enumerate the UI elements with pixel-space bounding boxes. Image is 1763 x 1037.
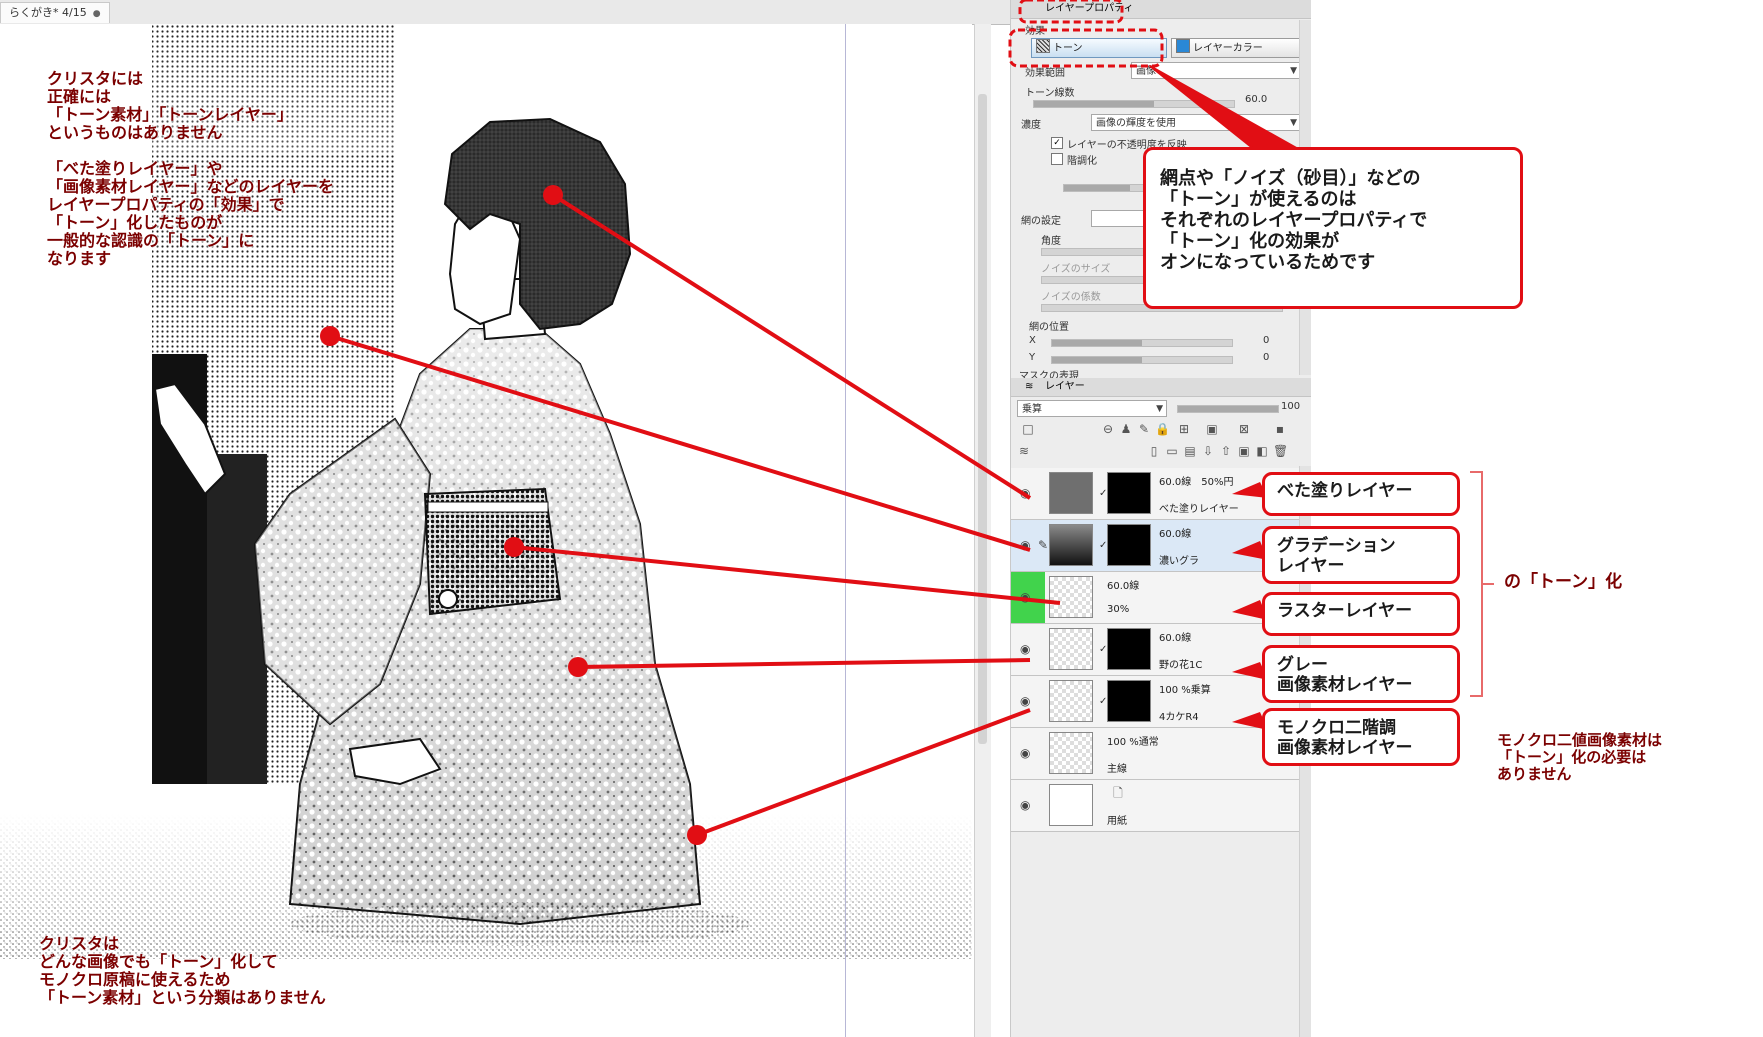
- annotation-tone-ization: の「トーン」化: [1504, 572, 1623, 592]
- bracket: [1470, 471, 1494, 697]
- annotation-top-left: クリスタには 正確には 「トーン素材」「トーンレイヤー」 というものはありません…: [47, 69, 335, 268]
- main-callout-tail: [1149, 65, 1301, 151]
- annotation-bottom-left: クリスタは どんな画像でも「トーン」化して モノクロ原稿に使えるため 「トーン素…: [39, 934, 326, 1007]
- pointer-line: [513, 545, 1061, 605]
- pointer-dot: [543, 185, 563, 205]
- app-window: らくがき* 4/15 ● レイヤープロパティ 効果 トーン レイヤーカラー 効果…: [0, 0, 1763, 1037]
- pointer-line: [551, 193, 1032, 500]
- main-callout: 網点や「ノイズ（砂目）」などの 「トーン」が使えるのは それぞれのレイヤープロパ…: [1143, 147, 1523, 309]
- pointer-line: [577, 658, 1031, 669]
- callout-raster-layer: ラスターレイヤー: [1262, 592, 1460, 636]
- callout-fill-layer: べた塗りレイヤー: [1262, 472, 1460, 516]
- pointer-dot: [320, 326, 340, 346]
- pointer-line: [329, 334, 1031, 552]
- pointer-dot: [504, 537, 524, 557]
- callout-mono-image-layer: モノクロ二階調 画像素材レイヤー: [1262, 708, 1460, 766]
- tone-button-highlight: [1008, 28, 1164, 68]
- property-title-highlight: [1018, 0, 1124, 24]
- pointer-dot: [687, 825, 707, 845]
- pointer-dot: [568, 657, 588, 677]
- callout-gray-image-layer: グレー 画像素材レイヤー: [1262, 645, 1460, 703]
- pointer-line: [696, 708, 1031, 837]
- annotation-mono-note: モノクロ二値画像素材は 「トーン」化の必要は ありません: [1497, 731, 1663, 783]
- callout-gradient-layer: グラデーション レイヤー: [1262, 526, 1460, 584]
